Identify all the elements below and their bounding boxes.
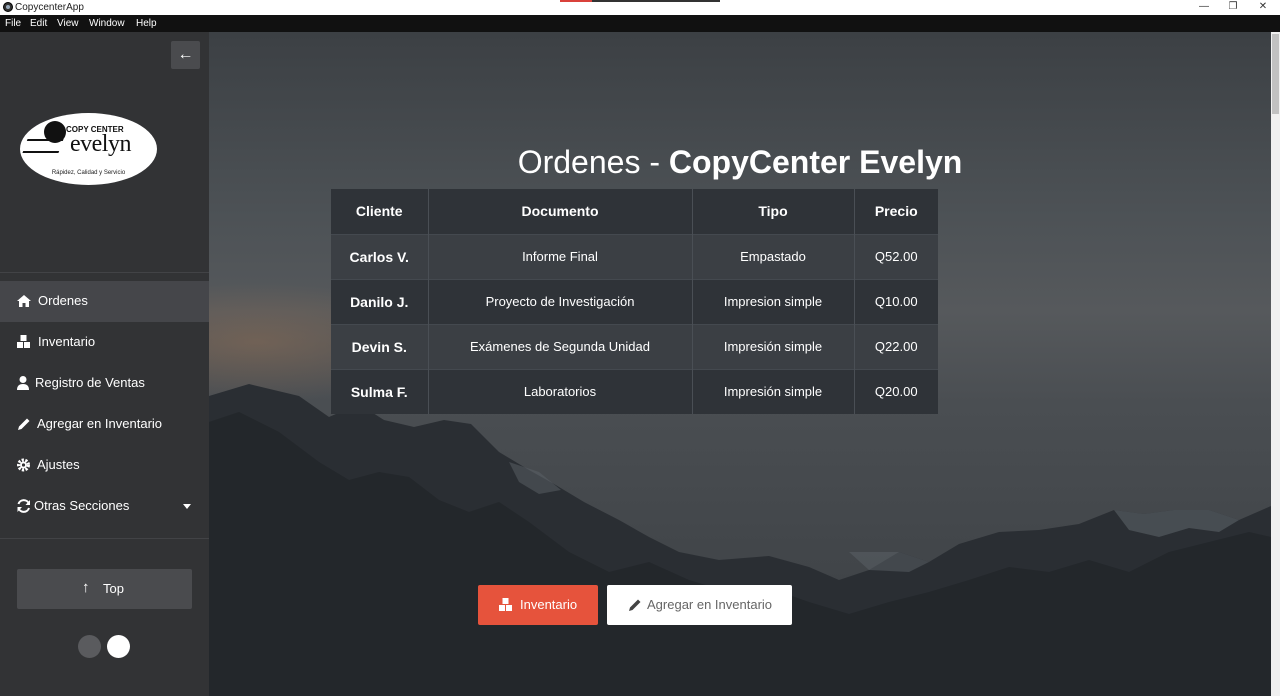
sidebar-item-label: Inventario (38, 334, 96, 349)
menu-help[interactable]: Help (136, 17, 157, 30)
column-header-precio: Precio (854, 189, 938, 234)
cell-tipo: Impresión simple (692, 368, 855, 414)
sidebar-item-inventario[interactable]: Inventario (0, 322, 209, 363)
close-button[interactable]: ✕ (1249, 0, 1277, 15)
cell-tipo: Empastado (692, 233, 855, 279)
pencil-icon (16, 416, 32, 432)
agregar-inventario-button[interactable]: Agregar en Inventario (607, 585, 792, 625)
main-content: Ordenes - CopyCenter Evelyn Cliente Docu… (209, 32, 1271, 696)
logo-name: evelyn (70, 131, 131, 157)
menu-window[interactable]: Window (89, 17, 125, 30)
menu-bar: File Edit View Window Help (0, 15, 1280, 32)
page-title-light: Ordenes (517, 144, 641, 180)
cell-precio: Q20.00 (854, 368, 938, 414)
table-row: Sulma F. Laboratorios Impresión simple Q… (331, 368, 938, 414)
sidebar-divider (0, 538, 209, 539)
menu-view[interactable]: View (57, 17, 79, 30)
user-icon (16, 375, 32, 391)
table-row: Danilo J. Proyecto de Investigación Impr… (331, 278, 938, 324)
sidebar-item-label: Ordenes (38, 293, 88, 308)
title-bar: CopycenterApp — ❐ ✕ (0, 0, 1280, 15)
cell-tipo: Impresión simple (692, 323, 855, 369)
inventario-button-label: Inventario (520, 597, 578, 612)
cell-cliente: Danilo J. (331, 278, 429, 324)
cell-precio: Q52.00 (854, 233, 938, 279)
sidebar-item-ordenes[interactable]: Ordenes (0, 281, 209, 322)
orders-table: Cliente Documento Tipo Precio Carlos V. … (331, 189, 938, 414)
arrow-left-icon: ← (177, 46, 194, 63)
menu-edit[interactable]: Edit (30, 17, 47, 30)
refresh-icon (16, 498, 32, 514)
column-header-cliente: Cliente (331, 189, 429, 234)
taskbar-indicator (560, 0, 592, 2)
boxes-icon (16, 334, 32, 350)
logo-tagline: Rápidez, Calidad y Servicio (51, 170, 126, 176)
sidebar: ← COPY CENTER evelyn Rápidez, Calidad y … (0, 32, 209, 696)
cell-documento: Informe Final (428, 233, 693, 279)
sidebar-item-label: Agregar en Inventario (37, 416, 163, 431)
arrow-up-icon: ↑ (82, 579, 90, 596)
brand-logo: COPY CENTER evelyn Rápidez, Calidad y Se… (20, 113, 157, 185)
minimize-button[interactable]: — (1190, 0, 1218, 15)
sidebar-item-label: Registro de Ventas (35, 375, 145, 390)
cell-tipo: Impresion simple (692, 278, 855, 324)
scroll-top-label: Top (103, 581, 124, 596)
cell-precio: Q22.00 (854, 323, 938, 369)
table-row: Carlos V. Informe Final Empastado Q52.00 (331, 233, 938, 279)
page-title: Ordenes - CopyCenter Evelyn (209, 142, 1271, 182)
column-header-tipo: Tipo (692, 189, 855, 234)
cell-documento: Exámenes de Segunda Unidad (428, 323, 693, 369)
page-scrollbar[interactable] (1271, 32, 1280, 696)
cell-documento: Proyecto de Investigación (428, 278, 693, 324)
maximize-button[interactable]: ❐ (1219, 0, 1247, 15)
table-row: Devin S. Exámenes de Segunda Unidad Impr… (331, 323, 938, 369)
scroll-top-button[interactable]: ↑ Top (17, 569, 192, 609)
taskbar-indicator-track (592, 0, 720, 2)
sidebar-item-ajustes[interactable]: Ajustes (0, 445, 209, 486)
gear-icon (16, 457, 32, 473)
app-icon (3, 2, 13, 12)
menu-file[interactable]: File (5, 17, 21, 30)
scrollbar-thumb[interactable] (1272, 34, 1279, 114)
sidebar-item-label: Otras Secciones (34, 498, 130, 513)
page-title-bold: CopyCenter Evelyn (668, 144, 963, 180)
boxes-icon (498, 597, 514, 613)
chevron-down-icon (183, 504, 191, 509)
cell-cliente: Devin S. (331, 323, 429, 369)
theme-toggle-dark[interactable] (78, 635, 101, 658)
page-title-separator: - (640, 144, 669, 180)
cell-cliente: Sulma F. (331, 368, 429, 414)
sidebar-item-label: Ajustes (37, 457, 80, 472)
sidebar-item-registro-ventas[interactable]: Registro de Ventas (0, 363, 209, 404)
pencil-icon (627, 597, 643, 613)
sidebar-item-otras-secciones[interactable]: Otras Secciones (0, 486, 209, 527)
logo-swoosh (22, 139, 64, 153)
theme-toggle-light[interactable] (107, 635, 130, 658)
sidebar-collapse-button[interactable]: ← (171, 41, 200, 69)
column-header-documento: Documento (428, 189, 693, 234)
home-icon (16, 293, 32, 309)
table-header-row: Cliente Documento Tipo Precio (331, 189, 938, 234)
agregar-inventario-button-label: Agregar en Inventario (647, 597, 773, 612)
window-title: CopycenterApp (15, 2, 84, 13)
sidebar-divider (0, 272, 209, 273)
inventario-button[interactable]: Inventario (478, 585, 598, 625)
cell-documento: Laboratorios (428, 368, 693, 414)
cell-cliente: Carlos V. (331, 233, 429, 279)
cell-precio: Q10.00 (854, 278, 938, 324)
sidebar-item-agregar-inventario[interactable]: Agregar en Inventario (0, 404, 209, 445)
